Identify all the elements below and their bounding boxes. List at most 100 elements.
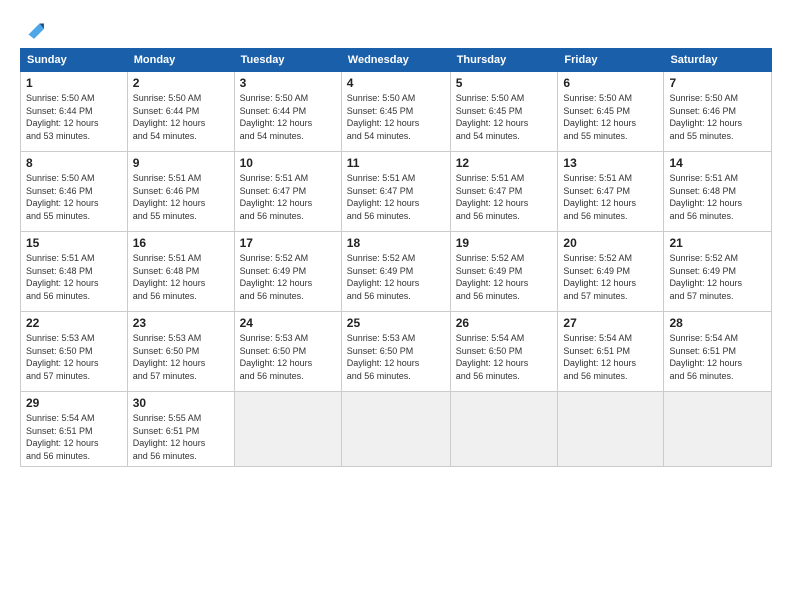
calendar-cell: 11 Sunrise: 5:51 AM Sunset: 6:47 PM Dayli… (341, 152, 450, 232)
page: SundayMondayTuesdayWednesdayThursdayFrid… (0, 0, 792, 612)
calendar-week-2: 8 Sunrise: 5:50 AM Sunset: 6:46 PM Daylig… (21, 152, 772, 232)
day-info: Sunrise: 5:51 AM Sunset: 6:47 PM Dayligh… (456, 172, 553, 222)
calendar-header-sunday: Sunday (21, 49, 128, 72)
calendar-cell: 23 Sunrise: 5:53 AM Sunset: 6:50 PM Dayli… (127, 312, 234, 392)
calendar-header-friday: Friday (558, 49, 664, 72)
day-info: Sunrise: 5:50 AM Sunset: 6:44 PM Dayligh… (240, 92, 336, 142)
day-number: 3 (240, 76, 336, 90)
calendar-cell: 27Sunrise: 5:54 AM Sunset: 6:51 PM Dayli… (558, 312, 664, 392)
logo-icon (23, 18, 45, 40)
calendar-cell: 29 Sunrise: 5:54 AM Sunset: 6:51 PM Dayli… (21, 392, 128, 467)
day-number: 18 (347, 236, 445, 250)
day-number: 9 (133, 156, 229, 170)
calendar-header-tuesday: Tuesday (234, 49, 341, 72)
day-info: Sunrise: 5:50 AM Sunset: 6:45 PM Dayligh… (347, 92, 445, 142)
day-number: 22 (26, 316, 122, 330)
calendar-header-thursday: Thursday (450, 49, 558, 72)
day-info: Sunrise: 5:51 AM Sunset: 6:46 PM Dayligh… (133, 172, 229, 222)
calendar-cell: 8 Sunrise: 5:50 AM Sunset: 6:46 PM Daylig… (21, 152, 128, 232)
day-number: 30 (133, 396, 229, 410)
day-info: Sunrise: 5:50 AM Sunset: 6:44 PM Dayligh… (133, 92, 229, 142)
calendar-cell: 13 Sunrise: 5:51 AM Sunset: 6:47 PM Dayli… (558, 152, 664, 232)
calendar-cell: 2 Sunrise: 5:50 AM Sunset: 6:44 PM Daylig… (127, 72, 234, 152)
day-info: Sunrise: 5:52 AM Sunset: 6:49 PM Dayligh… (347, 252, 445, 302)
calendar-cell: 21 Sunrise: 5:52 AM Sunset: 6:49 PM Dayli… (664, 232, 772, 312)
day-number: 24 (240, 316, 336, 330)
day-info: Sunrise: 5:54 AM Sunset: 6:51 PM Dayligh… (26, 412, 122, 462)
day-info: Sunrise: 5:54 AM Sunset: 6:51 PM Dayligh… (669, 332, 766, 382)
calendar-header-saturday: Saturday (664, 49, 772, 72)
calendar-cell (664, 392, 772, 467)
day-info: Sunrise: 5:50 AM Sunset: 6:44 PM Dayligh… (26, 92, 122, 142)
day-info: Sunrise: 5:51 AM Sunset: 6:47 PM Dayligh… (347, 172, 445, 222)
day-info: Sunrise: 5:53 AM Sunset: 6:50 PM Dayligh… (347, 332, 445, 382)
day-number: 17 (240, 236, 336, 250)
day-info: Sunrise: 5:52 AM Sunset: 6:49 PM Dayligh… (669, 252, 766, 302)
day-number: 2 (133, 76, 229, 90)
calendar-cell: 17Sunrise: 5:52 AM Sunset: 6:49 PM Dayli… (234, 232, 341, 312)
calendar-cell: 7 Sunrise: 5:50 AM Sunset: 6:46 PM Daylig… (664, 72, 772, 152)
calendar-cell: 5Sunrise: 5:50 AM Sunset: 6:45 PM Daylig… (450, 72, 558, 152)
day-number: 14 (669, 156, 766, 170)
day-number: 23 (133, 316, 229, 330)
calendar-cell: 1Sunrise: 5:50 AM Sunset: 6:44 PM Daylig… (21, 72, 128, 152)
day-number: 29 (26, 396, 122, 410)
day-number: 13 (563, 156, 658, 170)
day-info: Sunrise: 5:54 AM Sunset: 6:51 PM Dayligh… (563, 332, 658, 382)
day-info: Sunrise: 5:50 AM Sunset: 6:46 PM Dayligh… (669, 92, 766, 142)
calendar-cell (450, 392, 558, 467)
day-info: Sunrise: 5:53 AM Sunset: 6:50 PM Dayligh… (133, 332, 229, 382)
calendar-week-4: 22 Sunrise: 5:53 AM Sunset: 6:50 PM Dayli… (21, 312, 772, 392)
calendar-week-1: 1Sunrise: 5:50 AM Sunset: 6:44 PM Daylig… (21, 72, 772, 152)
day-info: Sunrise: 5:51 AM Sunset: 6:47 PM Dayligh… (240, 172, 336, 222)
calendar-cell: 4 Sunrise: 5:50 AM Sunset: 6:45 PM Daylig… (341, 72, 450, 152)
day-info: Sunrise: 5:54 AM Sunset: 6:50 PM Dayligh… (456, 332, 553, 382)
day-info: Sunrise: 5:50 AM Sunset: 6:46 PM Dayligh… (26, 172, 122, 222)
day-number: 5 (456, 76, 553, 90)
calendar-header-monday: Monday (127, 49, 234, 72)
calendar-cell: 24 Sunrise: 5:53 AM Sunset: 6:50 PM Dayli… (234, 312, 341, 392)
calendar-cell: 19 Sunrise: 5:52 AM Sunset: 6:49 PM Dayli… (450, 232, 558, 312)
day-info: Sunrise: 5:50 AM Sunset: 6:45 PM Dayligh… (563, 92, 658, 142)
calendar: SundayMondayTuesdayWednesdayThursdayFrid… (20, 48, 772, 467)
day-number: 21 (669, 236, 766, 250)
day-info: Sunrise: 5:51 AM Sunset: 6:48 PM Dayligh… (133, 252, 229, 302)
calendar-header-row: SundayMondayTuesdayWednesdayThursdayFrid… (21, 49, 772, 72)
day-info: Sunrise: 5:52 AM Sunset: 6:49 PM Dayligh… (563, 252, 658, 302)
day-number: 10 (240, 156, 336, 170)
calendar-cell (234, 392, 341, 467)
day-info: Sunrise: 5:51 AM Sunset: 6:47 PM Dayligh… (563, 172, 658, 222)
calendar-cell: 12 Sunrise: 5:51 AM Sunset: 6:47 PM Dayli… (450, 152, 558, 232)
calendar-cell: 9 Sunrise: 5:51 AM Sunset: 6:46 PM Daylig… (127, 152, 234, 232)
calendar-week-5: 29 Sunrise: 5:54 AM Sunset: 6:51 PM Dayli… (21, 392, 772, 467)
day-number: 11 (347, 156, 445, 170)
day-info: Sunrise: 5:53 AM Sunset: 6:50 PM Dayligh… (240, 332, 336, 382)
day-number: 4 (347, 76, 445, 90)
day-info: Sunrise: 5:55 AM Sunset: 6:51 PM Dayligh… (133, 412, 229, 462)
day-number: 7 (669, 76, 766, 90)
calendar-cell: 28Sunrise: 5:54 AM Sunset: 6:51 PM Dayli… (664, 312, 772, 392)
day-number: 6 (563, 76, 658, 90)
day-info: Sunrise: 5:51 AM Sunset: 6:48 PM Dayligh… (26, 252, 122, 302)
calendar-cell: 14 Sunrise: 5:51 AM Sunset: 6:48 PM Dayli… (664, 152, 772, 232)
calendar-cell: 25 Sunrise: 5:53 AM Sunset: 6:50 PM Dayli… (341, 312, 450, 392)
day-number: 19 (456, 236, 553, 250)
calendar-cell: 30 Sunrise: 5:55 AM Sunset: 6:51 PM Dayli… (127, 392, 234, 467)
day-number: 12 (456, 156, 553, 170)
calendar-cell: 18 Sunrise: 5:52 AM Sunset: 6:49 PM Dayli… (341, 232, 450, 312)
day-number: 15 (26, 236, 122, 250)
calendar-cell (341, 392, 450, 467)
calendar-cell: 3 Sunrise: 5:50 AM Sunset: 6:44 PM Daylig… (234, 72, 341, 152)
day-number: 16 (133, 236, 229, 250)
calendar-cell (558, 392, 664, 467)
calendar-body: 1Sunrise: 5:50 AM Sunset: 6:44 PM Daylig… (21, 72, 772, 467)
day-number: 25 (347, 316, 445, 330)
calendar-cell: 10 Sunrise: 5:51 AM Sunset: 6:47 PM Dayli… (234, 152, 341, 232)
calendar-cell: 22 Sunrise: 5:53 AM Sunset: 6:50 PM Dayli… (21, 312, 128, 392)
logo (20, 18, 45, 40)
day-info: Sunrise: 5:51 AM Sunset: 6:48 PM Dayligh… (669, 172, 766, 222)
calendar-cell: 20Sunrise: 5:52 AM Sunset: 6:49 PM Dayli… (558, 232, 664, 312)
day-info: Sunrise: 5:52 AM Sunset: 6:49 PM Dayligh… (456, 252, 553, 302)
day-number: 8 (26, 156, 122, 170)
day-info: Sunrise: 5:53 AM Sunset: 6:50 PM Dayligh… (26, 332, 122, 382)
